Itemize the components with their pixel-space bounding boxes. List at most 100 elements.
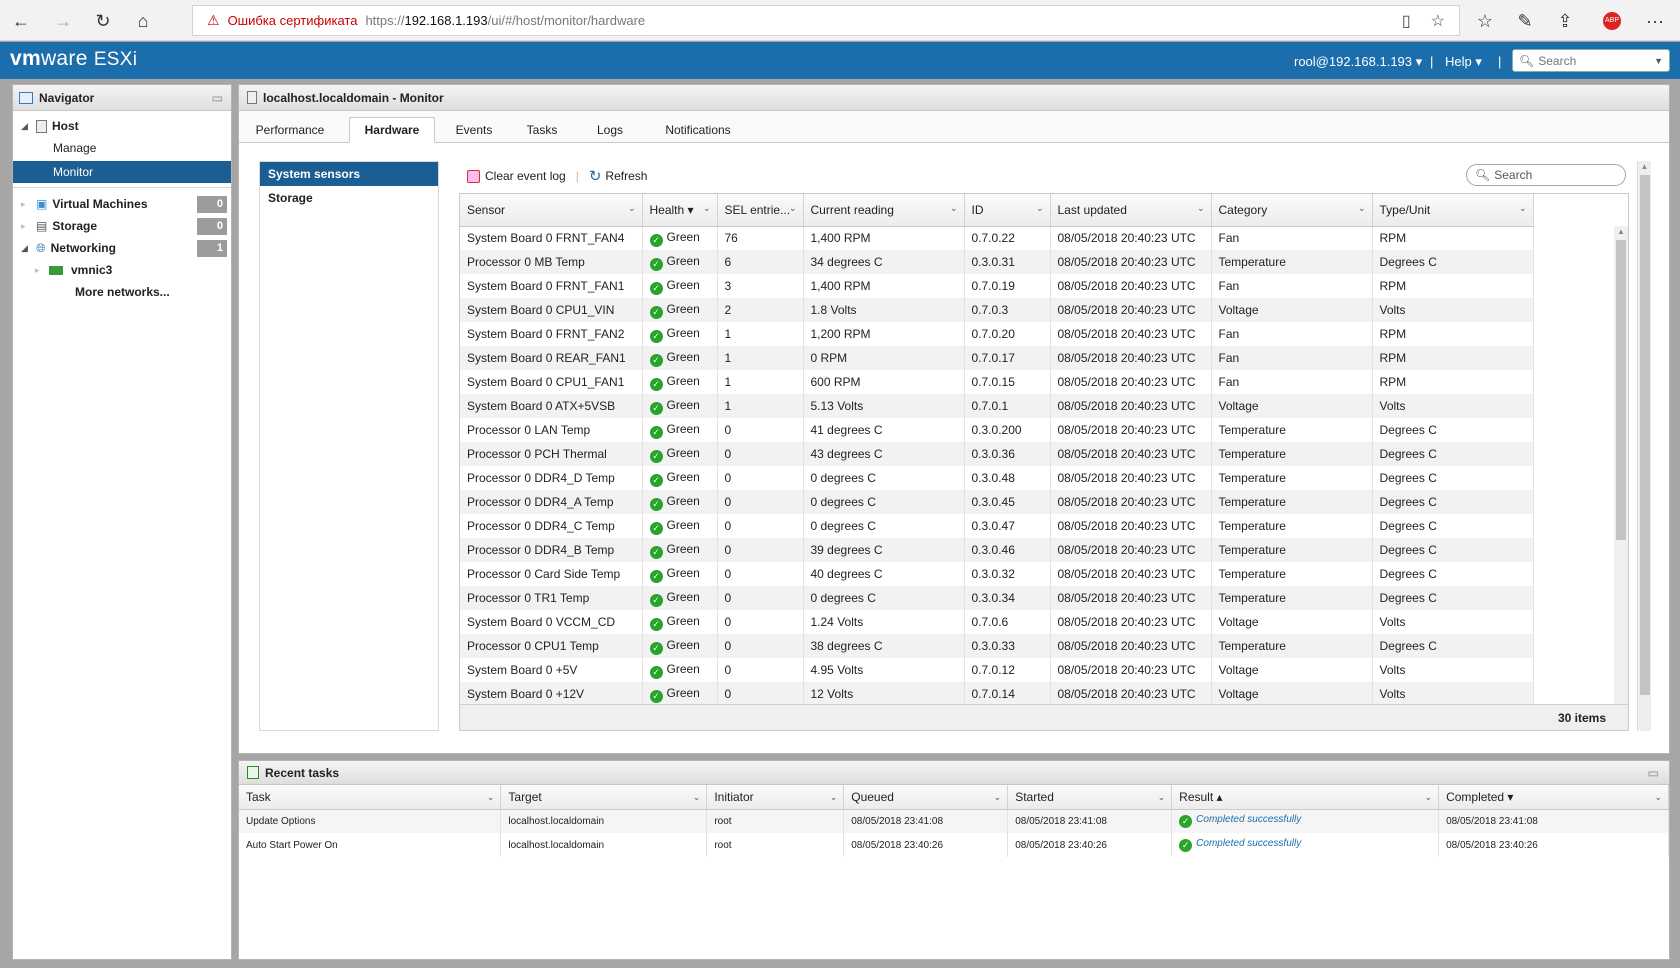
tab-notifications[interactable]: Notifications <box>649 117 747 143</box>
table-row[interactable]: Processor 0 Card Side Temp ✓ Green 0 40 degr… <box>460 562 1534 586</box>
nav-manage[interactable]: Manage <box>13 137 231 159</box>
clear-event-log-button[interactable]: Clear event log <box>467 169 566 183</box>
grid-scrollbar[interactable]: ▲ <box>1614 226 1628 704</box>
table-row[interactable]: Processor 0 MB Temp ✓ Green 6 34 degrees C 0.… <box>460 250 1534 274</box>
nav-host[interactable]: ◢ Host <box>13 115 231 137</box>
subnav-system-sensors[interactable]: System sensors <box>260 162 438 186</box>
table-row[interactable]: Processor 0 DDR4_C Temp ✓ Green 0 0 degrees … <box>460 514 1534 538</box>
user-menu[interactable]: rool@192.168.1.193 ▾ <box>1294 54 1422 70</box>
address-bar[interactable]: ⚠ Ошибка сертификата https://192.168.1.1… <box>192 5 1460 36</box>
table-row[interactable]: Processor 0 DDR4_A Temp ✓ Green 0 0 degrees … <box>460 490 1534 514</box>
task-row[interactable]: Auto Start Power On localhost.localdomain… <box>239 833 1669 857</box>
chevron-down-icon[interactable]: ⌄ <box>1036 203 1044 214</box>
nav-virtual-machines[interactable]: ▸ ▣ Virtual Machines 0 <box>13 193 231 215</box>
chevron-down-icon[interactable]: ⌄ <box>1158 792 1166 803</box>
task-column-header[interactable]: Target ⌄ <box>500 785 708 810</box>
refresh-icon[interactable]: ↻ <box>88 6 118 36</box>
column-header[interactable]: ID ⌄ <box>964 194 1051 227</box>
tab-logs[interactable]: Logs <box>577 117 643 143</box>
task-column-header[interactable]: Initiator ⌄ <box>706 785 845 810</box>
table-row[interactable]: System Board 0 +12V ✓ Green 0 12 Volts 0.7.0.… <box>460 682 1534 706</box>
task-column-header[interactable]: Result ▴ ⌄ <box>1171 785 1440 810</box>
nav-vmnic3[interactable]: ▸ vmnic3 <box>13 259 231 281</box>
table-row[interactable]: System Board 0 CPU1_FAN1 ✓ Green 1 600 RPM 0.… <box>460 370 1534 394</box>
chevron-down-icon[interactable]: ⌄ <box>1654 792 1662 803</box>
chevron-down-icon[interactable]: ▼ <box>1654 56 1669 66</box>
table-row[interactable]: System Board 0 FRNT_FAN1 ✓ Green 3 1,400 RPM… <box>460 274 1534 298</box>
grid-scroll-thumb[interactable] <box>1616 240 1626 540</box>
adblock-icon[interactable]: ABP <box>1597 6 1627 36</box>
share-icon[interactable]: ⇪ <box>1550 6 1580 36</box>
collapse-icon[interactable]: ▭ <box>1648 766 1659 780</box>
table-row[interactable]: System Board 0 +5V ✓ Green 0 4.95 Volts 0.7.0… <box>460 658 1534 682</box>
expand-triangle-icon[interactable]: ◢ <box>21 243 31 254</box>
table-row[interactable]: Processor 0 CPU1 Temp ✓ Green 0 38 degrees C… <box>460 634 1534 658</box>
column-header[interactable]: Health ▾ ⌄ <box>642 194 718 227</box>
chevron-down-icon[interactable]: ⌄ <box>703 203 711 214</box>
refresh-button[interactable]: ↻ Refresh <box>589 167 648 185</box>
chevron-down-icon[interactable]: ⌄ <box>950 203 958 214</box>
task-column-header[interactable]: Completed ▾ ⌄ <box>1438 785 1669 810</box>
nav-monitor[interactable]: Monitor <box>13 161 231 183</box>
home-icon[interactable]: ⌂ <box>128 6 158 36</box>
chevron-down-icon[interactable]: ⌄ <box>487 792 495 803</box>
nav-storage[interactable]: ▸ ▤ Storage 0 <box>13 215 231 237</box>
help-menu[interactable]: Help ▾ <box>1445 54 1482 70</box>
column-header[interactable]: Category ⌄ <box>1211 194 1373 227</box>
pen-icon[interactable]: ✎ <box>1510 6 1540 36</box>
table-row[interactable]: Processor 0 DDR4_D Temp ✓ Green 0 0 degrees … <box>460 466 1534 490</box>
forward-arrow-icon[interactable]: → <box>48 6 78 36</box>
cert-error-label[interactable]: Ошибка сертификата <box>228 13 358 28</box>
nav-more-networks[interactable]: More networks... <box>13 281 231 303</box>
sensor-search[interactable]: 🔍︎ Search <box>1466 164 1626 186</box>
tab-performance[interactable]: Performance <box>247 117 333 143</box>
nav-networking[interactable]: ◢ 🌐︎ Networking 1 <box>13 237 231 259</box>
table-row[interactable]: System Board 0 FRNT_FAN4 ✓ Green 76 1,400 RP… <box>460 226 1534 250</box>
favorites-icon[interactable]: ☆ <box>1470 6 1500 36</box>
tab-tasks[interactable]: Tasks <box>509 117 575 143</box>
table-row[interactable]: System Board 0 FRNT_FAN2 ✓ Green 1 1,200 RPM… <box>460 322 1534 346</box>
table-row[interactable]: Processor 0 LAN Temp ✓ Green 0 41 degrees C0… <box>460 418 1534 442</box>
task-column-header[interactable]: Task ⌄ <box>239 785 502 810</box>
table-row[interactable]: System Board 0 ATX+5VSB ✓ Green 1 5.13 Volts… <box>460 394 1534 418</box>
column-header[interactable]: Last updated ⌄ <box>1050 194 1212 227</box>
back-arrow-icon[interactable]: ← <box>6 6 36 36</box>
table-row[interactable]: System Board 0 CPU1_VIN ✓ Green 2 1.8 Volts 0… <box>460 298 1534 322</box>
chevron-down-icon[interactable]: ⌄ <box>693 792 701 803</box>
header-search[interactable]: 🔍︎ ▼ <box>1512 49 1670 72</box>
chevron-down-icon[interactable]: ⌄ <box>1358 203 1366 214</box>
chevron-down-icon[interactable]: ⌄ <box>789 203 797 214</box>
table-row[interactable]: System Board 0 VCCM_CD ✓ Green 0 1.24 Volts 0… <box>460 610 1534 634</box>
chevron-down-icon[interactable]: ⌄ <box>1197 203 1205 214</box>
chevron-down-icon[interactable]: ⌄ <box>1425 792 1433 803</box>
table-row[interactable]: Processor 0 TR1 Temp ✓ Green 0 0 degrees C 0.… <box>460 586 1534 610</box>
chevron-down-icon[interactable]: ⌄ <box>830 792 838 803</box>
favorite-star-icon[interactable]: ☆ <box>1431 11 1445 31</box>
task-column-header[interactable]: Queued ⌄ <box>843 785 1009 810</box>
subnav-storage[interactable]: Storage <box>260 186 438 210</box>
column-header[interactable]: SEL entrie... ⌄ <box>717 194 804 227</box>
sensor-search-placeholder[interactable]: Search <box>1494 168 1532 182</box>
header-search-input[interactable] <box>1538 53 1649 68</box>
table-row[interactable]: Processor 0 DDR4_B Temp ✓ Green 0 39 degrees… <box>460 538 1534 562</box>
table-row[interactable]: System Board 0 REAR_FAN1 ✓ Green 1 0 RPM 0.7.… <box>460 346 1534 370</box>
task-column-header[interactable]: Started ⌄ <box>1007 785 1173 810</box>
table-row[interactable]: Processor 0 PCH Thermal ✓ Green 0 43 degrees… <box>460 442 1534 466</box>
column-header[interactable]: Type/Unit ⌄ <box>1372 194 1534 227</box>
reading-view-icon[interactable]: ▯ <box>1402 11 1411 31</box>
chevron-down-icon[interactable]: ⌄ <box>994 792 1002 803</box>
panel-scroll-thumb[interactable] <box>1640 175 1650 695</box>
more-icon[interactable]: ··· <box>1640 6 1670 36</box>
vmware-logo: vmware ESXi <box>10 47 138 70</box>
expand-triangle-icon[interactable]: ◢ <box>21 121 31 132</box>
task-row[interactable]: Update Options localhost.localdomain root 0… <box>239 809 1669 833</box>
chevron-down-icon[interactable]: ⌄ <box>628 203 636 214</box>
collapse-icon[interactable]: ▭ <box>212 91 223 105</box>
table-cell: System Board 0 +5V <box>460 658 643 682</box>
column-header[interactable]: Current reading ⌄ <box>803 194 965 227</box>
column-header[interactable]: Sensor ⌄ <box>460 194 643 227</box>
chevron-down-icon[interactable]: ⌄ <box>1519 203 1527 214</box>
panel-scrollbar[interactable]: ▲ <box>1637 161 1651 731</box>
tab-events[interactable]: Events <box>441 117 507 143</box>
tab-hardware[interactable]: Hardware <box>349 117 435 143</box>
